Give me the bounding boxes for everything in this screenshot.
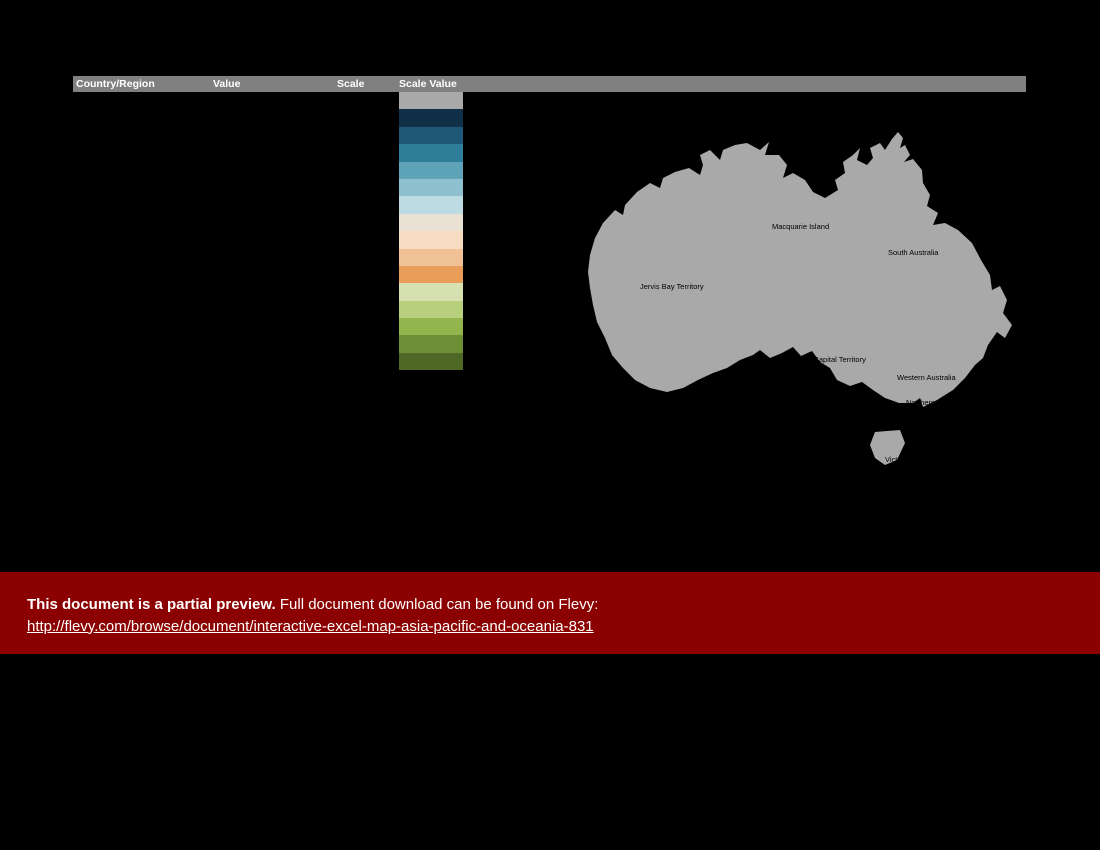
scale-swatch-3 <box>399 144 463 161</box>
header-country: Country/Region <box>73 78 213 90</box>
map-australia: Macquarie Island South Australia Jervis Ba… <box>565 110 1035 510</box>
australia-outline <box>565 110 1035 510</box>
map-label-7: Victoria <box>885 455 910 464</box>
table-header-row: Country/Region Value Scale Scale Value <box>73 76 1026 92</box>
map-label-6: New South Wales <box>870 404 929 413</box>
preview-banner: This document is a partial preview. Full… <box>0 572 1100 654</box>
scale-swatch-10 <box>399 266 463 283</box>
map-label-1: South Australia <box>888 248 938 257</box>
scale-swatch-5 <box>399 179 463 196</box>
scale-swatch-11 <box>399 283 463 300</box>
data-panel: Country/Region Value Scale Scale Value <box>73 76 1026 92</box>
scale-swatch-6 <box>399 196 463 213</box>
header-scale: Scale <box>337 78 399 90</box>
scale-swatch-9 <box>399 249 463 266</box>
map-label-2: Jervis Bay Territory <box>640 282 704 291</box>
banner-link[interactable]: http://flevy.com/browse/document/interac… <box>27 618 594 635</box>
banner-bold-text: This document is a partial preview. <box>27 596 276 613</box>
map-label-0: Macquarie Island <box>772 222 829 231</box>
scale-swatch-4 <box>399 162 463 179</box>
scale-swatch-8 <box>399 231 463 248</box>
scale-swatch-1 <box>399 109 463 126</box>
color-scale-legend <box>399 92 463 370</box>
scale-swatch-13 <box>399 318 463 335</box>
scale-swatch-14 <box>399 335 463 352</box>
map-label-4: Western Australia <box>897 373 956 382</box>
scale-swatch-12 <box>399 301 463 318</box>
map-label-3: Australian Capital Territory <box>778 355 866 364</box>
banner-rest-text: Full document download can be found on F… <box>276 596 599 613</box>
scale-swatch-0 <box>399 92 463 109</box>
scale-swatch-2 <box>399 127 463 144</box>
header-value: Value <box>213 78 337 90</box>
scale-swatch-7 <box>399 214 463 231</box>
header-scale-value: Scale Value <box>399 78 479 90</box>
scale-swatch-15 <box>399 353 463 370</box>
